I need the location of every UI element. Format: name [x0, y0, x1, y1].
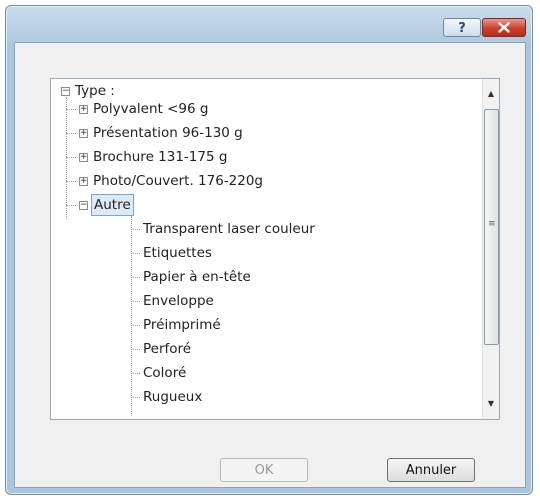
tree-item-transparent[interactable]: Transparent laser couleur: [143, 218, 315, 240]
collapse-icon[interactable]: −: [79, 201, 88, 210]
tree-line: [131, 216, 132, 416]
close-button[interactable]: [482, 18, 526, 37]
expand-icon[interactable]: +: [79, 153, 88, 162]
tree-line: [66, 133, 76, 134]
tree-line: [131, 301, 140, 302]
tree-line: [131, 373, 140, 374]
tree-line: [66, 97, 67, 219]
tree-item-autre[interactable]: Autre: [91, 194, 134, 216]
tree-item-preimprime[interactable]: Préimprimé: [143, 314, 221, 336]
tree-line: [131, 253, 140, 254]
tree-item-enveloppe[interactable]: Enveloppe: [143, 290, 214, 312]
scroll-up-icon[interactable]: ▲: [483, 85, 499, 102]
tree-line: [131, 325, 140, 326]
tree-line: [131, 277, 140, 278]
scroll-down-icon[interactable]: ▼: [483, 395, 499, 412]
tree-item-papier-en-tete[interactable]: Papier à en-tête: [143, 266, 251, 288]
tree-line: [66, 205, 76, 206]
tree-line: [131, 229, 140, 230]
tree-line: [66, 157, 76, 158]
tree-line: [131, 397, 140, 398]
expand-icon[interactable]: +: [79, 177, 88, 186]
tree-item-etiquettes[interactable]: Etiquettes: [143, 242, 212, 264]
tree-item-brochure[interactable]: Brochure 131-175 g: [93, 146, 227, 168]
tree-item-colore[interactable]: Coloré: [143, 362, 186, 384]
tree-item-polyvalent[interactable]: Polyvalent <96 g: [93, 98, 208, 120]
help-button[interactable]: ?: [443, 18, 481, 37]
tree-line: [66, 181, 76, 182]
tree-item-photo-couvert[interactable]: Photo/Couvert. 176-220g: [93, 170, 263, 192]
vertical-scrollbar[interactable]: ▲ ≡ ▼: [482, 79, 499, 419]
cancel-button[interactable]: Annuler: [387, 458, 475, 482]
tree-items: − Type : + Polyvalent <96 g + Présentati…: [51, 79, 481, 419]
collapse-icon[interactable]: −: [61, 87, 70, 96]
help-label: ?: [458, 21, 466, 36]
paper-type-tree[interactable]: − Type : + Polyvalent <96 g + Présentati…: [50, 78, 500, 420]
expand-icon[interactable]: +: [79, 129, 88, 138]
tree-item-perfore[interactable]: Perforé: [143, 338, 191, 360]
dialog-window: ? − Type : + Polyvalent <96 g + Présenta…: [5, 5, 533, 495]
tree-item-presentation[interactable]: Présentation 96-130 g: [93, 122, 243, 144]
close-icon: [498, 22, 510, 33]
tree-item-rugueux[interactable]: Rugueux: [143, 386, 202, 408]
tree-line: [66, 109, 76, 110]
grip-icon: ≡: [488, 219, 496, 229]
tree-line: [131, 349, 140, 350]
scroll-thumb[interactable]: ≡: [484, 109, 499, 345]
expand-icon[interactable]: +: [79, 105, 88, 114]
ok-button[interactable]: OK: [220, 458, 308, 482]
